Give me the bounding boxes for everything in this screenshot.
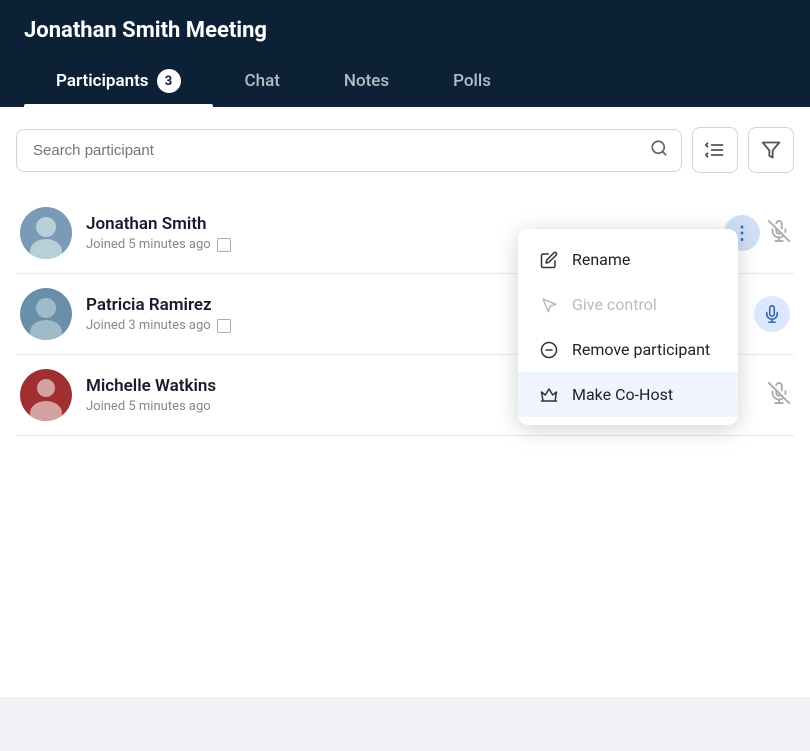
participant-actions (768, 382, 790, 409)
tab-notes-label: Notes (344, 71, 389, 91)
filter-button[interactable] (748, 127, 794, 173)
make-cohost-label: Make Co-Host (572, 385, 673, 404)
search-input[interactable] (16, 129, 682, 172)
participant-actions (754, 296, 790, 332)
avatar (20, 369, 72, 421)
rename-label: Rename (572, 250, 630, 269)
dropdown-item-give-control: Give control (518, 282, 738, 327)
meeting-title: Jonathan Smith Meeting (24, 18, 786, 43)
muted-mic-icon (768, 382, 790, 409)
tab-polls-label: Polls (453, 71, 491, 91)
main-content: Jonathan Smith Joined 5 minutes ago ⋮ (0, 107, 810, 697)
cursor-icon (538, 296, 560, 314)
tab-participants[interactable]: Participants 3 (24, 59, 213, 107)
search-wrapper (16, 129, 682, 172)
participant-list: Jonathan Smith Joined 5 minutes ago ⋮ (16, 193, 794, 436)
crown-icon (538, 386, 560, 404)
mic-button[interactable] (754, 296, 790, 332)
dropdown-item-cohost[interactable]: Make Co-Host (518, 372, 738, 417)
dropdown-menu: Rename Give control (518, 229, 738, 425)
search-icon (650, 139, 668, 161)
search-row (16, 127, 794, 173)
muted-mic-icon (768, 220, 790, 247)
give-control-label: Give control (572, 295, 657, 314)
remove-participant-label: Remove participant (572, 340, 710, 359)
status-checkbox (217, 319, 231, 333)
tab-participants-label: Participants (56, 71, 149, 91)
dropdown-item-remove[interactable]: Remove participant (518, 327, 738, 372)
tab-notes[interactable]: Notes (312, 59, 421, 107)
pencil-icon (538, 251, 560, 269)
avatar (20, 207, 72, 259)
sort-button[interactable] (692, 127, 738, 173)
participants-badge: 3 (157, 69, 181, 93)
status-checkbox (217, 238, 231, 252)
tab-chat[interactable]: Chat (213, 59, 312, 107)
tab-chat-label: Chat (245, 71, 280, 91)
header: Jonathan Smith Meeting Participants 3 Ch… (0, 0, 810, 107)
avatar (20, 288, 72, 340)
app-container: Jonathan Smith Meeting Participants 3 Ch… (0, 0, 810, 697)
tab-polls[interactable]: Polls (421, 59, 523, 107)
dropdown-item-rename[interactable]: Rename (518, 237, 738, 282)
table-row: Jonathan Smith Joined 5 minutes ago ⋮ (16, 193, 794, 274)
tabs-bar: Participants 3 Chat Notes Polls (24, 59, 786, 107)
minus-circle-icon (538, 341, 560, 359)
